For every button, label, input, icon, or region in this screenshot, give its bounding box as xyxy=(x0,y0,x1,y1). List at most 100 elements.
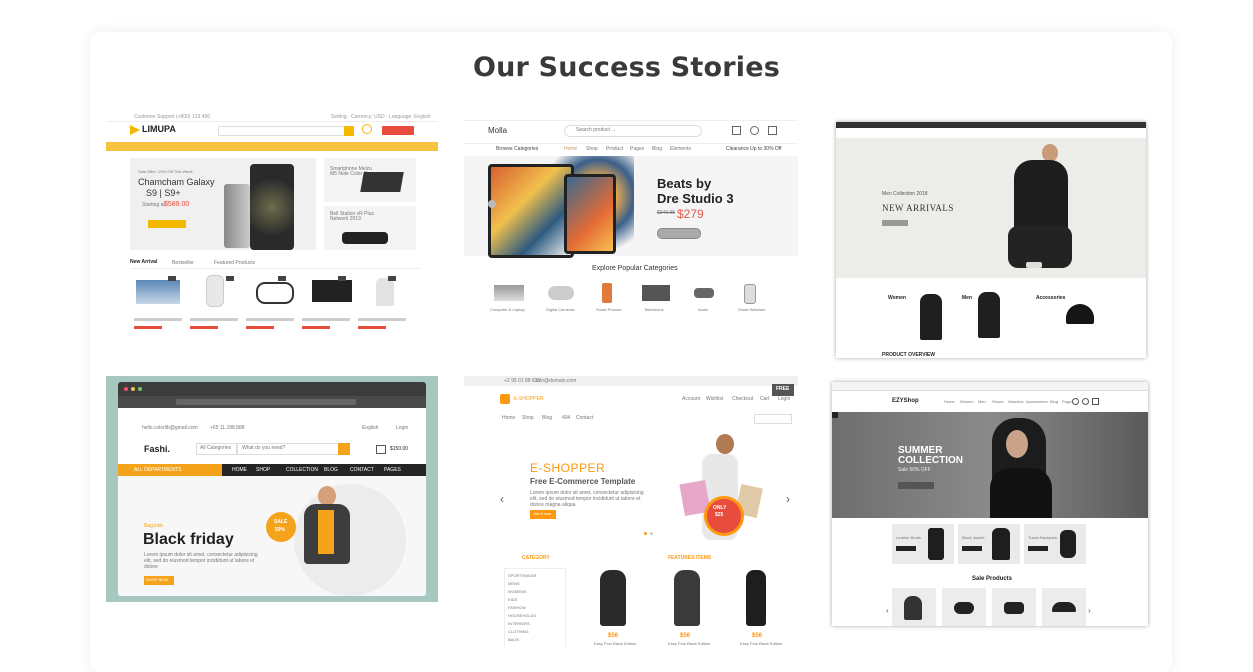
nav-blog[interactable]: Blog xyxy=(652,147,662,152)
nav-shop[interactable]: Shop xyxy=(522,416,534,421)
nav-shoes[interactable]: Shoes xyxy=(992,400,1003,404)
hero-button[interactable] xyxy=(148,220,186,228)
product-tile-3[interactable] xyxy=(1024,524,1086,564)
slider-next[interactable]: › xyxy=(786,492,790,506)
nav-men[interactable]: Men xyxy=(978,400,986,404)
product-speaker[interactable] xyxy=(206,275,224,307)
product-image-3[interactable] xyxy=(746,570,766,626)
category-item[interactable]: FASHION xyxy=(508,606,526,610)
category-phone[interactable] xyxy=(602,283,612,303)
sale-prev[interactable]: ‹ xyxy=(886,606,889,615)
nav-blog[interactable]: Blog xyxy=(1050,400,1058,404)
category-camera[interactable] xyxy=(548,286,574,300)
tab-bestseller[interactable]: Bestseller xyxy=(172,261,194,266)
product-image-1[interactable] xyxy=(600,570,626,626)
hero-button[interactable] xyxy=(657,228,701,239)
category-item[interactable]: CLOTHING xyxy=(508,630,529,634)
category-item[interactable]: INTERIORS xyxy=(508,622,530,626)
wishlist-link[interactable]: Wishlist xyxy=(706,397,723,402)
login-link[interactable]: Login xyxy=(396,426,408,431)
tab-featured[interactable]: Featured Products xyxy=(214,261,255,266)
cart-icon[interactable] xyxy=(768,126,777,135)
slider-prev[interactable] xyxy=(488,200,496,208)
menu-contact[interactable]: CONTACT xyxy=(350,468,374,473)
showcase-eshopper[interactable]: +2 95 01 88 821 info@domain.com FREE E-S… xyxy=(464,376,798,647)
user-icon[interactable] xyxy=(1082,398,1089,405)
sale-next[interactable]: › xyxy=(1088,606,1091,615)
product-monitor[interactable] xyxy=(136,280,180,304)
menu-collection[interactable]: COLLECTION xyxy=(286,468,318,473)
nav-women[interactable]: Women xyxy=(960,400,974,404)
checkout-link[interactable]: Checkout xyxy=(732,397,753,402)
cart-icon[interactable] xyxy=(376,445,386,454)
slider-prev[interactable]: ‹ xyxy=(500,492,504,506)
nav-blog[interactable]: Blog xyxy=(542,416,552,421)
showcase-limupa[interactable]: Customer Support (+800) 123 456 Setting … xyxy=(106,112,438,338)
menu-pages[interactable]: PAGES xyxy=(384,468,401,473)
cart-button[interactable] xyxy=(382,126,414,135)
category-audio[interactable] xyxy=(694,288,714,298)
nav-watches[interactable]: Watches xyxy=(1008,400,1023,404)
kid-head xyxy=(318,486,336,506)
nav-bar[interactable] xyxy=(106,142,438,151)
showcase-ezyshop[interactable]: EZYShop Home Women Men Shoes Watches Acc… xyxy=(832,382,1148,626)
category-item[interactable]: KIDS xyxy=(508,598,517,602)
category-item[interactable]: SPORTSWEAR xyxy=(508,574,536,578)
product-name: Travel Backpack xyxy=(1028,535,1058,540)
menu-home[interactable]: HOME xyxy=(232,468,247,473)
nav-product[interactable]: Product xyxy=(606,147,623,152)
hero-title: NEW ARRIVALS xyxy=(882,203,954,213)
address-bar[interactable] xyxy=(176,399,356,405)
compare-icon[interactable] xyxy=(732,126,741,135)
category-tv[interactable] xyxy=(642,285,670,301)
nav-accessories[interactable]: Accessories xyxy=(1026,400,1048,404)
showcase-fashi[interactable]: hello.colorlib@gmail.com +65 11.188.888 … xyxy=(106,376,438,602)
category-men[interactable]: Men xyxy=(962,296,972,301)
nav-elements[interactable]: Elements xyxy=(670,147,691,152)
browse-categories[interactable]: Browse Categories xyxy=(496,147,538,152)
menu-shop[interactable]: SHOP xyxy=(256,468,270,473)
category-item[interactable]: HOUSEHOLDS xyxy=(508,614,536,618)
kid-shirt xyxy=(318,510,334,554)
category-accessories[interactable]: Accessories xyxy=(1036,296,1065,301)
product-lamp[interactable] xyxy=(376,278,394,306)
category-item[interactable]: WOMENS xyxy=(508,590,526,594)
product-gamepad[interactable] xyxy=(256,282,294,304)
product-tile-1[interactable] xyxy=(892,524,954,564)
category-item[interactable]: MENS xyxy=(508,582,520,586)
category-laptop[interactable] xyxy=(494,285,524,301)
product-image-2[interactable] xyxy=(674,570,700,626)
search-icon[interactable] xyxy=(1072,398,1079,405)
cart-link[interactable]: Cart xyxy=(760,397,769,402)
search-input[interactable] xyxy=(218,126,346,136)
menu-all-departments[interactable]: ALL DEPARTMENTS xyxy=(134,468,181,473)
language-select[interactable]: English xyxy=(362,426,378,431)
login-link[interactable]: Login xyxy=(778,397,790,402)
category-watch[interactable] xyxy=(744,284,756,304)
wishlist-icon[interactable] xyxy=(362,124,372,134)
menu-blog[interactable]: BLOG xyxy=(324,468,338,473)
tab-new-arrival[interactable]: New Arrival xyxy=(130,260,157,265)
wishlist-icon[interactable] xyxy=(750,126,759,135)
hero-button[interactable] xyxy=(882,220,908,226)
account-link[interactable]: Account xyxy=(682,397,700,402)
search-input[interactable] xyxy=(754,414,792,424)
nav-contact[interactable]: Contact xyxy=(576,416,593,421)
product-tile-2[interactable] xyxy=(958,524,1020,564)
nav-pages[interactable]: Pages xyxy=(630,147,644,152)
hero-button[interactable] xyxy=(898,482,934,489)
nav-404[interactable]: 404 xyxy=(562,416,570,421)
nav-shop[interactable]: Shop xyxy=(586,147,598,152)
cart-icon[interactable] xyxy=(1092,398,1099,405)
category-item[interactable]: BAGS xyxy=(508,638,519,642)
nav-home[interactable]: Home xyxy=(944,400,955,404)
nav-home[interactable]: Home xyxy=(502,416,515,421)
nav-home[interactable]: Home xyxy=(564,147,577,152)
search-button[interactable] xyxy=(344,126,354,136)
product-tv[interactable] xyxy=(312,280,352,302)
showcase-fashion[interactable]: Men Collection 2018 NEW ARRIVALS Women M… xyxy=(836,122,1146,358)
showcase-molla[interactable]: Molla Search product ... Browse Categori… xyxy=(464,112,798,334)
search-button[interactable] xyxy=(338,443,350,455)
category-women[interactable]: Women xyxy=(888,296,906,301)
free-badge: FREE xyxy=(776,386,790,392)
